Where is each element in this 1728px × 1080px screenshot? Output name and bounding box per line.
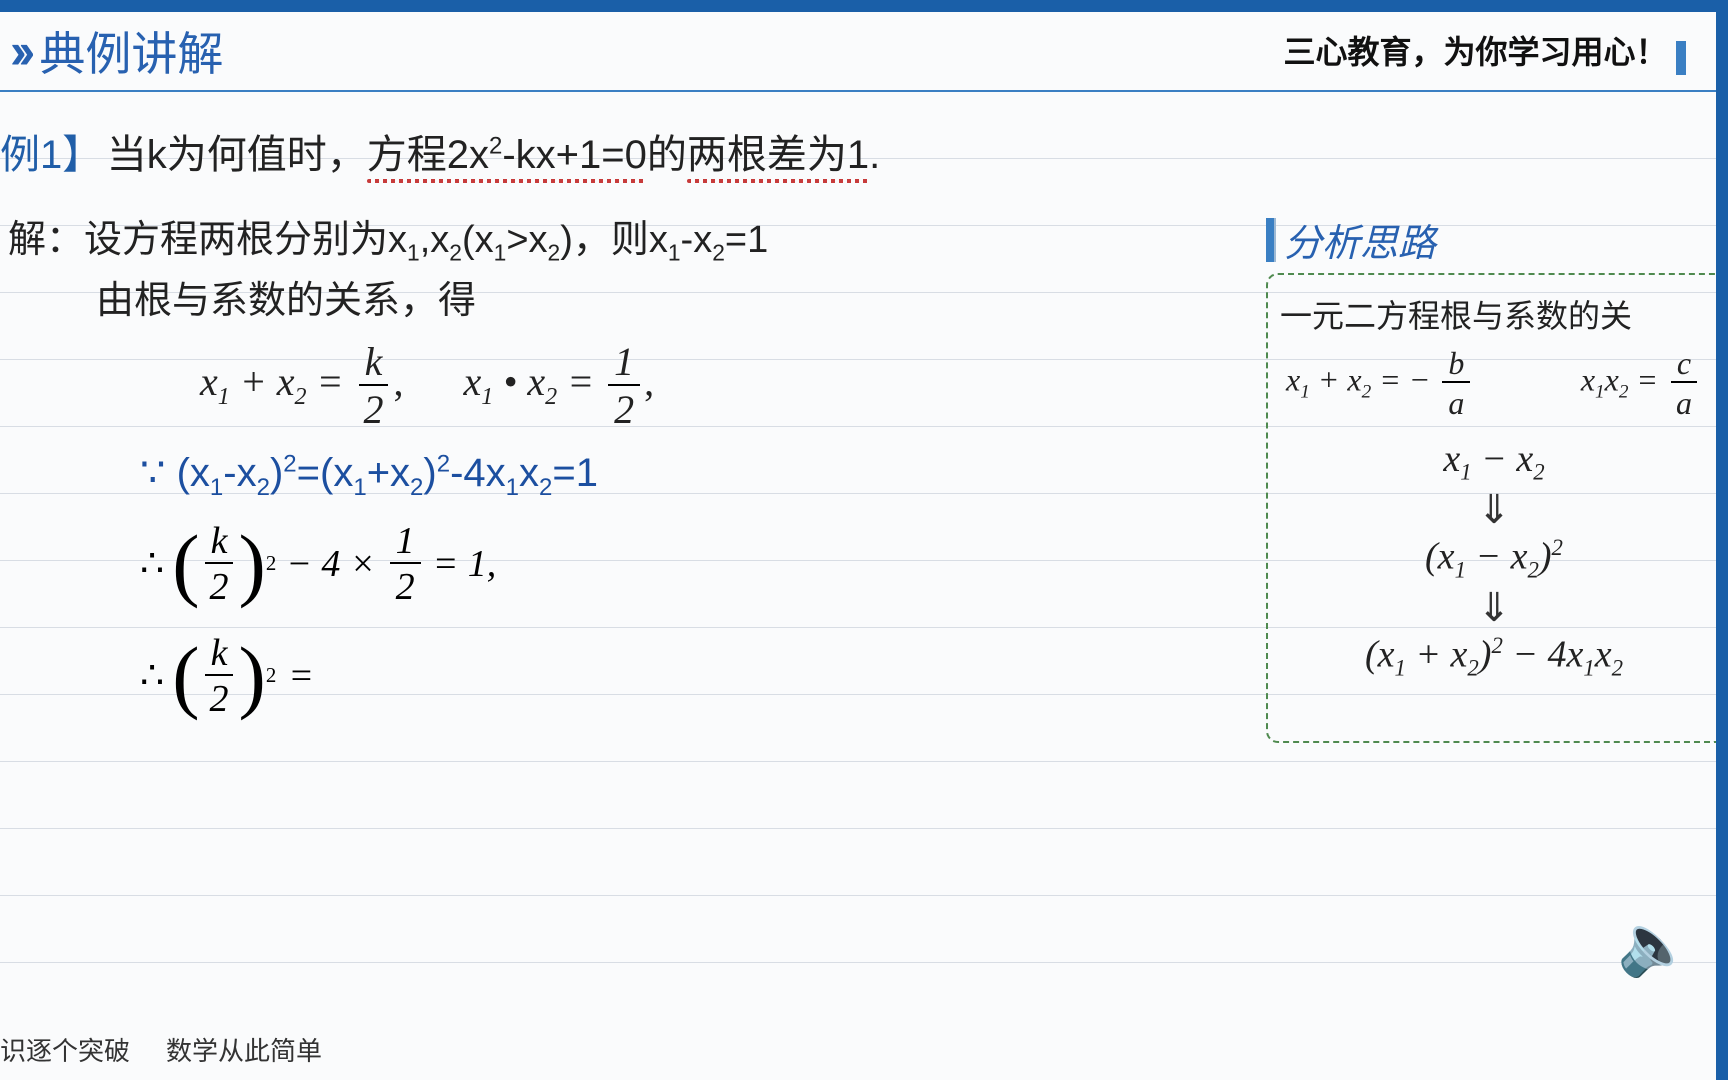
section-title: 典例讲解: [39, 18, 223, 84]
vieta-formulas: x1 + x2 = − ba x1x2 = ca: [1280, 347, 1708, 419]
flow-chain: x1 − x2 ⇓ (x1 − x2)2 ⇓ (x1 + x2)2 − 4x1x…: [1280, 437, 1708, 681]
kd: 2: [204, 564, 235, 606]
footer-right: 数学从此简单: [166, 1031, 322, 1068]
flow-2: (x1 − x2)2: [1280, 534, 1708, 584]
speaker-icon: 🔈: [1617, 909, 1692, 980]
den-2: 2: [358, 386, 390, 430]
eq-blank: =: [288, 654, 314, 698]
kn: k: [205, 522, 234, 564]
vp-d: a: [1670, 383, 1698, 419]
because-expr: (x1-x2)2=(x1+x2)2-4x1x2=1: [177, 451, 598, 495]
den-2b: 2: [608, 386, 640, 430]
flow-1: x1 − x2: [1280, 437, 1708, 486]
prompt-target: 两根差为1: [687, 133, 869, 177]
prompt-period: .: [869, 133, 880, 177]
analysis-panel: 分析思路 一元二方程根与系数的关 x1 + x2 = − ba x1x2 = c…: [1266, 212, 1716, 743]
l1e: )，则x: [560, 219, 668, 261]
eq-exp: 2: [489, 133, 502, 160]
hn: 1: [390, 522, 421, 564]
chevron-icon: ››: [10, 22, 27, 80]
motto-bar: [1676, 41, 1686, 75]
vp-n: c: [1671, 347, 1697, 383]
down-arrow-1-icon: ⇓: [1280, 486, 1708, 534]
l1a: 设方程两根分别为x: [84, 219, 407, 261]
problem-text: 当k为何值时，方程2x2-kx+1=0的两根差为1.: [107, 122, 881, 180]
prompt-pre: 当k为何值时，: [107, 133, 367, 177]
kd2: 2: [204, 676, 235, 718]
l1g: =1: [725, 219, 768, 261]
vs-d: a: [1442, 383, 1470, 419]
content-area: 例1】 当k为何值时，方程2x2-kx+1=0的两根差为1. 解：设方程两根分别…: [0, 92, 1716, 992]
sum-equation: x1 + x2 = k 2 ,: [200, 342, 404, 430]
therefore-2: ∴: [140, 653, 164, 698]
vieta-prod: x1x2 = ca: [1581, 347, 1702, 419]
slide-header: ›› 典例讲解 三心教育，为你学习用心！: [0, 12, 1716, 92]
hd: 2: [390, 564, 421, 606]
analysis-desc: 一元二方程根与系数的关: [1280, 291, 1708, 337]
l1d: >x: [506, 219, 547, 261]
num-k: k: [359, 342, 389, 386]
eq-a: 方程2x: [367, 133, 489, 177]
frac-k-2: k 2: [358, 342, 390, 430]
kn2: k: [205, 634, 234, 676]
blue-bar-icon: [1266, 218, 1276, 262]
because-symbol: ∵: [140, 451, 165, 495]
frac-1-2: 1 2: [608, 342, 640, 430]
num-1: 1: [608, 342, 640, 386]
example-row: 例1】 当k为何值时，方程2x2-kx+1=0的两根差为1.: [0, 122, 1716, 180]
footer-left: 识逐个突破: [0, 1031, 130, 1068]
analysis-header: 分析思路: [1266, 212, 1716, 267]
example-label: 例1】: [0, 122, 102, 180]
motto-wrap: 三心教育，为你学习用心！: [1284, 27, 1686, 76]
minus4x: − 4 ×: [286, 542, 375, 586]
vieta-sum: x1 + x2 = − ba: [1286, 347, 1474, 419]
motto-text: 三心教育，为你学习用心！: [1284, 34, 1668, 70]
sol-label: 解：: [8, 219, 84, 261]
l1c: (x: [462, 219, 494, 261]
paren-k2-sq-2: ( k2 ): [172, 634, 266, 718]
vs-n: b: [1442, 347, 1470, 383]
therefore-1: ∴: [140, 541, 164, 586]
eq-b: -kx+1=0: [502, 133, 647, 177]
down-arrow-2-icon: ⇓: [1280, 584, 1708, 632]
prompt-equation: 方程2x2-kx+1=0: [367, 133, 647, 177]
analysis-box: 一元二方程根与系数的关 x1 + x2 = − ba x1x2 = ca x1 …: [1266, 273, 1716, 743]
paren-k2-sq: ( k2 ): [172, 522, 266, 606]
analysis-title: 分析思路: [1284, 212, 1436, 267]
prompt-mid: 的: [647, 133, 687, 177]
header-left: ›› 典例讲解: [10, 18, 223, 84]
footer: 识逐个突破 数学从此简单: [0, 1031, 322, 1068]
prod-equation: x1 • x2 = 1 2 ,: [464, 342, 655, 430]
l1b: ,x: [420, 219, 450, 261]
flow-3: (x1 + x2)2 − 4x1x2: [1280, 632, 1708, 682]
l1f: -x: [681, 219, 713, 261]
eq1: = 1,: [433, 542, 497, 586]
